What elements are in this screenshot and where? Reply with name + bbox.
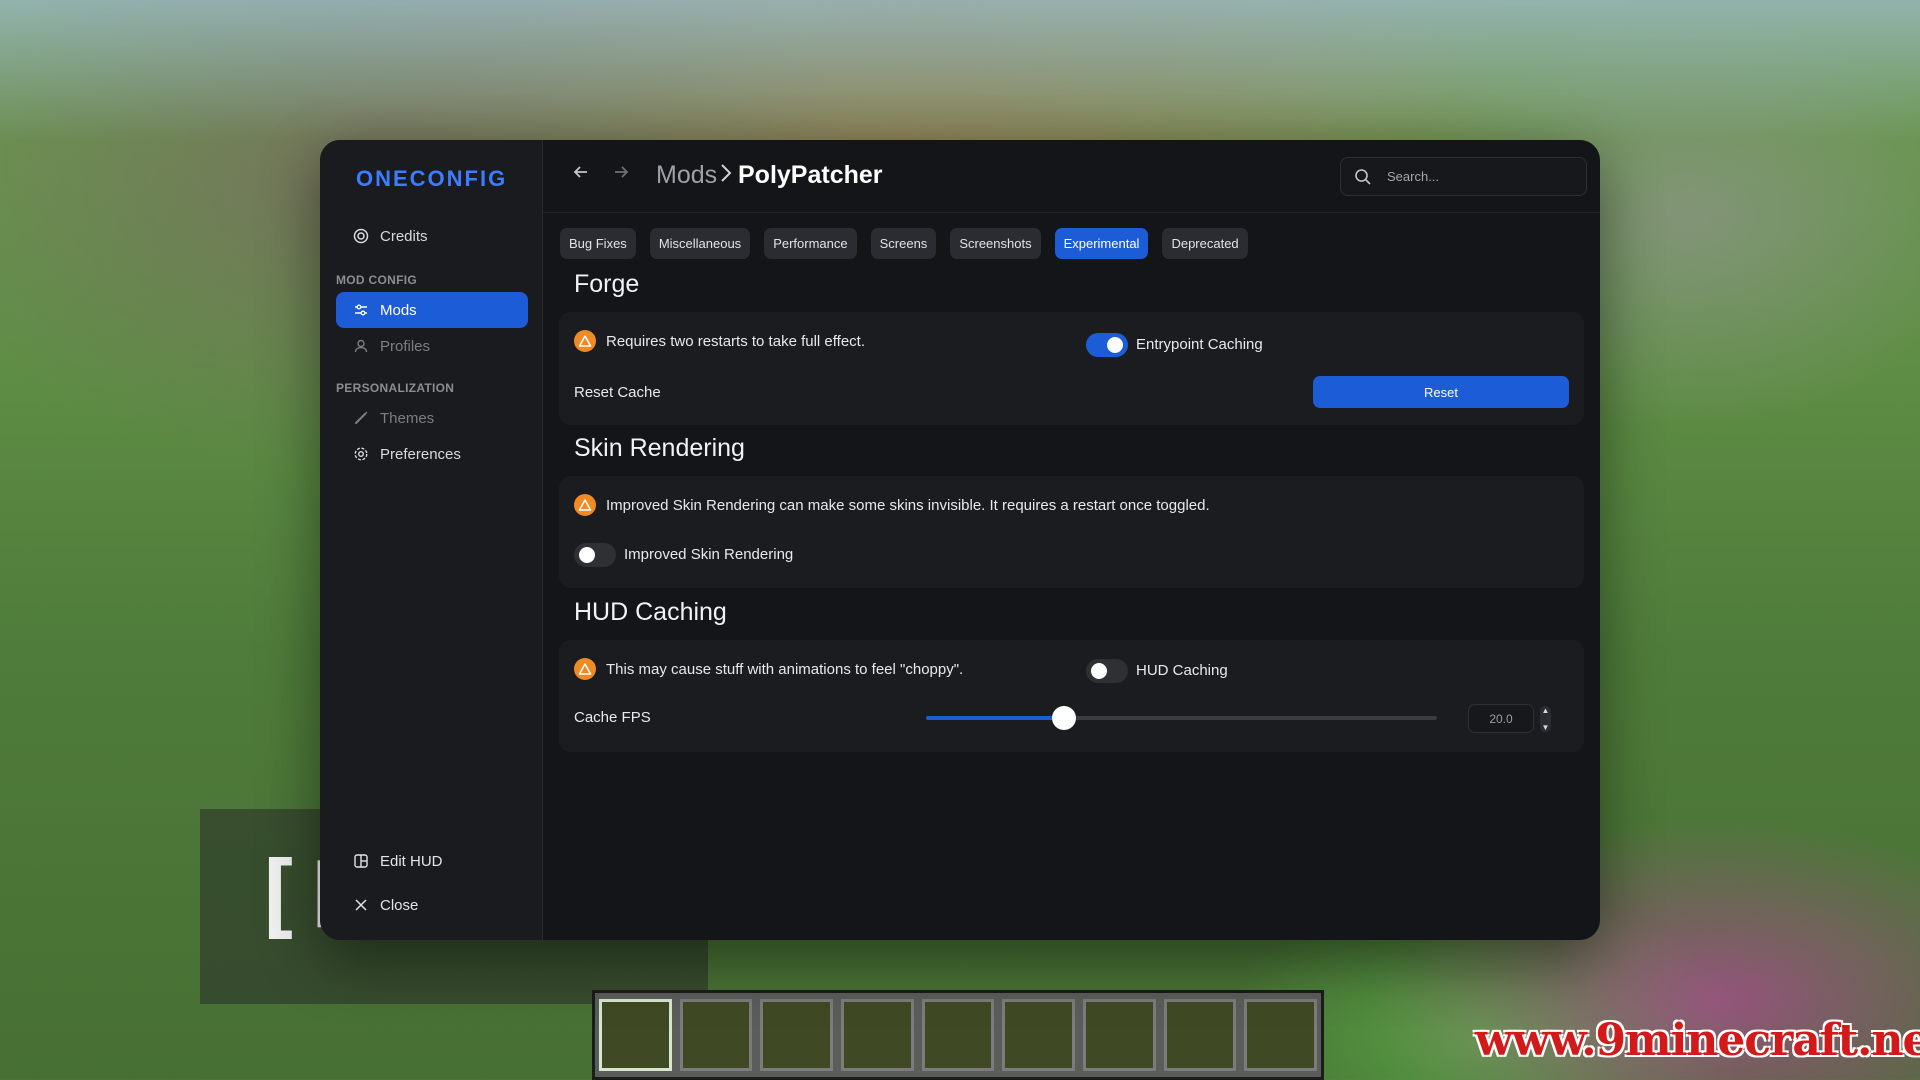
section-label-mod-config: MOD CONFIG — [336, 273, 417, 287]
search-input[interactable] — [1385, 168, 1569, 185]
breadcrumb-parent[interactable]: Mods — [656, 161, 717, 190]
forge-card: Requires two restarts to take full effec… — [559, 312, 1584, 425]
brush-icon — [352, 409, 370, 427]
reset-cache-button[interactable]: Reset — [1313, 376, 1569, 408]
background-sky — [0, 0, 1920, 140]
toggle-knob — [1091, 663, 1107, 679]
tab-performance[interactable]: Performance — [764, 228, 857, 259]
hotbar-slot[interactable] — [1244, 999, 1318, 1071]
section-title-skin-rendering: Skin Rendering — [574, 434, 745, 462]
close-icon — [352, 896, 370, 914]
forward-arrow-icon[interactable] — [611, 162, 631, 188]
oneconfig-window: ONECONFIG Credits MOD CONFIG Mods Profil… — [320, 140, 1600, 940]
hotbar-slot[interactable] — [841, 999, 914, 1071]
warning-text: Improved Skin Rendering can make some sk… — [606, 496, 1210, 514]
cache-fps-value[interactable]: 20.0 — [1468, 704, 1534, 733]
hotbar-slot[interactable] — [679, 999, 753, 1071]
hotbar-slot[interactable] — [1083, 999, 1156, 1071]
sliders-icon — [352, 301, 370, 319]
hotbar-slot[interactable] — [921, 999, 995, 1071]
sidebar-item-label: Credits — [380, 227, 428, 245]
hotbar-slot[interactable] — [1002, 999, 1076, 1071]
skin-rendering-card: Improved Skin Rendering can make some sk… — [559, 476, 1584, 588]
improved-skin-rendering-toggle[interactable] — [574, 543, 616, 567]
sidebar-item-label: Profiles — [380, 337, 431, 355]
tab-deprecated[interactable]: Deprecated — [1162, 228, 1248, 259]
entrypoint-caching-toggle[interactable] — [1086, 333, 1128, 357]
tab-screens[interactable]: Screens — [870, 228, 937, 259]
section-title-forge: Forge — [574, 270, 640, 298]
forge-warning: Requires two restarts to take full effec… — [574, 330, 865, 352]
credits-icon — [352, 227, 370, 245]
cache-fps-slider-fill — [926, 716, 1064, 720]
hotbar-slot[interactable] — [1163, 999, 1237, 1071]
sidebar: ONECONFIG Credits MOD CONFIG Mods Profil… — [320, 140, 543, 940]
improved-skin-rendering-label: Improved Skin Rendering — [624, 546, 794, 563]
edit-hud-button[interactable]: Edit HUD — [352, 852, 443, 870]
tab-screenshots[interactable]: Screenshots — [950, 228, 1041, 259]
hotbar-slot[interactable] — [599, 999, 672, 1071]
close-label: Close — [380, 896, 419, 914]
hud-caching-card: This may cause stuff with animations to … — [559, 640, 1584, 752]
sidebar-item-themes[interactable]: Themes — [336, 400, 528, 436]
top-bar: Mods PolyPatcher — [543, 140, 1600, 213]
sidebar-item-profiles[interactable]: Profiles — [336, 328, 528, 364]
back-arrow-icon[interactable] — [571, 162, 591, 188]
category-tabs: Bug Fixes Miscellaneous Performance Scre… — [560, 228, 1248, 259]
toggle-knob — [579, 547, 595, 563]
sidebar-item-label: Preferences — [380, 445, 461, 463]
hotbar-slot[interactable] — [760, 999, 834, 1071]
hud-caching-toggle[interactable] — [1086, 659, 1128, 683]
search-icon — [1353, 167, 1373, 187]
warning-icon — [574, 494, 596, 516]
tab-bug-fixes[interactable]: Bug Fixes — [560, 228, 636, 259]
toggle-knob — [1107, 337, 1123, 353]
skin-warning: Improved Skin Rendering can make some sk… — [574, 494, 1210, 516]
sidebar-item-label: Mods — [380, 301, 417, 319]
sidebar-item-mods[interactable]: Mods — [336, 292, 528, 328]
edit-hud-label: Edit HUD — [380, 852, 443, 870]
search-box[interactable] — [1340, 157, 1587, 196]
warning-text: Requires two restarts to take full effec… — [606, 332, 866, 350]
close-button[interactable]: Close — [352, 896, 418, 914]
chevron-up-icon[interactable]: ▲ — [1542, 706, 1550, 715]
hud-warning: This may cause stuff with animations to … — [574, 658, 963, 680]
sidebar-item-preferences[interactable]: Preferences — [336, 436, 528, 472]
cache-fps-label: Cache FPS — [574, 709, 651, 726]
main-content: Mods PolyPatcher Bug Fixes Miscellaneous… — [543, 140, 1600, 940]
oneconfig-logo: ONECONFIG — [356, 166, 508, 191]
layout-icon — [352, 852, 370, 870]
warning-icon — [574, 330, 596, 352]
user-icon — [352, 337, 370, 355]
sidebar-item-credits[interactable]: Credits — [336, 218, 528, 254]
reset-cache-label: Reset Cache — [574, 384, 661, 401]
chevron-right-icon — [719, 162, 733, 191]
tab-experimental[interactable]: Experimental — [1054, 228, 1149, 259]
tab-miscellaneous[interactable]: Miscellaneous — [649, 228, 751, 259]
watermark: www.9minecraft.net — [1475, 1015, 1920, 1066]
sidebar-item-label: Themes — [380, 409, 435, 427]
entrypoint-caching-label: Entrypoint Caching — [1136, 336, 1263, 353]
section-title-hud-caching: HUD Caching — [574, 598, 727, 626]
chevron-down-icon[interactable]: ▼ — [1542, 723, 1550, 732]
hud-caching-label: HUD Caching — [1136, 662, 1228, 679]
warning-icon — [574, 658, 596, 680]
hotbar — [592, 990, 1324, 1080]
cache-fps-stepper[interactable]: ▲ ▼ — [1540, 706, 1551, 732]
warning-text: This may cause stuff with animations to … — [606, 660, 964, 678]
page-title: PolyPatcher — [738, 161, 883, 189]
gear-icon — [352, 445, 370, 463]
section-label-personalization: PERSONALIZATION — [336, 381, 455, 395]
cache-fps-slider-thumb[interactable] — [1052, 706, 1076, 730]
